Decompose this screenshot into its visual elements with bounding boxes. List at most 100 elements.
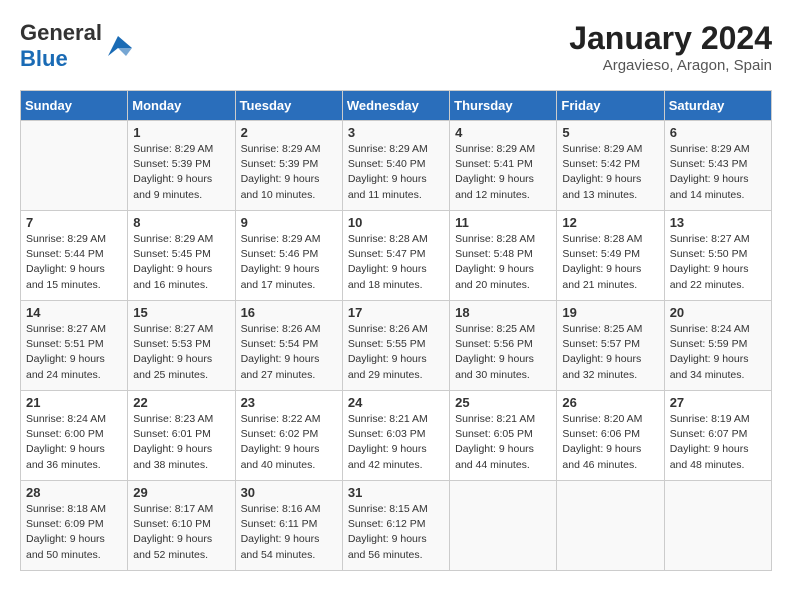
day-cell: 29 Sunrise: 8:17 AMSunset: 6:10 PMDayligh… bbox=[128, 481, 235, 571]
day-info: Sunrise: 8:20 AMSunset: 6:06 PMDaylight:… bbox=[562, 412, 658, 473]
title-area: January 2024 Argavieso, Aragon, Spain bbox=[569, 20, 772, 74]
logo-icon bbox=[104, 32, 132, 60]
day-info: Sunrise: 8:22 AMSunset: 6:02 PMDaylight:… bbox=[241, 412, 337, 473]
day-info: Sunrise: 8:28 AMSunset: 5:49 PMDaylight:… bbox=[562, 232, 658, 293]
week-row-4: 21Sunrise: 8:24 AMSunset: 6:00 PMDayligh… bbox=[21, 391, 772, 481]
title-month: January 2024 bbox=[569, 20, 772, 57]
logo-blue: Blue bbox=[20, 46, 68, 71]
day-cell: 2Sunrise: 8:29 AMSunset: 5:39 PMDaylight… bbox=[235, 121, 342, 211]
day-cell bbox=[557, 481, 664, 571]
day-number: 5 bbox=[562, 125, 658, 140]
day-info: Sunrise: 8:26 AMSunset: 5:55 PMDaylight:… bbox=[348, 322, 444, 383]
day-number: 10 bbox=[348, 215, 444, 230]
calendar-table: SundayMondayTuesdayWednesdayThursdayFrid… bbox=[20, 90, 772, 571]
day-cell: 6Sunrise: 8:29 AMSunset: 5:43 PMDaylight… bbox=[664, 121, 771, 211]
day-number: 7 bbox=[26, 215, 122, 230]
logo: General Blue bbox=[20, 20, 132, 72]
day-cell: 16 Sunrise: 8:26 AMSunset: 5:54 PMDayligh… bbox=[235, 301, 342, 391]
day-number: 25 bbox=[455, 395, 551, 410]
week-row-1: 1 Sunrise: 8:29 AMSunset: 5:39 PMDaylight… bbox=[21, 121, 772, 211]
day-cell: 27 Sunrise: 8:19 AMSunset: 6:07 PMDayligh… bbox=[664, 391, 771, 481]
day-info: Sunrise: 8:26 AMSunset: 5:54 PMDaylight:… bbox=[241, 322, 337, 383]
day-cell: 11Sunrise: 8:28 AMSunset: 5:48 PMDayligh… bbox=[450, 211, 557, 301]
logo-general: General bbox=[20, 20, 102, 45]
day-cell: 26 Sunrise: 8:20 AMSunset: 6:06 PMDayligh… bbox=[557, 391, 664, 481]
week-row-3: 14 Sunrise: 8:27 AMSunset: 5:51 PMDayligh… bbox=[21, 301, 772, 391]
day-cell: 12 Sunrise: 8:28 AMSunset: 5:49 PMDayligh… bbox=[557, 211, 664, 301]
day-info: Sunrise: 8:27 AMSunset: 5:53 PMDaylight:… bbox=[133, 322, 229, 383]
day-cell: 28Sunrise: 8:18 AMSunset: 6:09 PMDayligh… bbox=[21, 481, 128, 571]
day-info: Sunrise: 8:29 AMSunset: 5:40 PMDaylight:… bbox=[348, 142, 444, 203]
day-number: 14 bbox=[26, 305, 122, 320]
day-cell: 19 Sunrise: 8:25 AMSunset: 5:57 PMDayligh… bbox=[557, 301, 664, 391]
day-info: Sunrise: 8:29 AMSunset: 5:44 PMDaylight:… bbox=[26, 232, 122, 293]
day-number: 9 bbox=[241, 215, 337, 230]
day-info: Sunrise: 8:29 AMSunset: 5:46 PMDaylight:… bbox=[241, 232, 337, 293]
logo-text: General Blue bbox=[20, 20, 102, 72]
day-number: 26 bbox=[562, 395, 658, 410]
col-header-wednesday: Wednesday bbox=[342, 91, 449, 121]
day-info: Sunrise: 8:27 AMSunset: 5:50 PMDaylight:… bbox=[670, 232, 766, 293]
day-info: Sunrise: 8:25 AMSunset: 5:56 PMDaylight:… bbox=[455, 322, 551, 383]
day-info: Sunrise: 8:28 AMSunset: 5:47 PMDaylight:… bbox=[348, 232, 444, 293]
day-cell: 18 Sunrise: 8:25 AMSunset: 5:56 PMDayligh… bbox=[450, 301, 557, 391]
day-cell: 5 Sunrise: 8:29 AMSunset: 5:42 PMDaylight… bbox=[557, 121, 664, 211]
day-number: 11 bbox=[455, 215, 551, 230]
day-info: Sunrise: 8:19 AMSunset: 6:07 PMDaylight:… bbox=[670, 412, 766, 473]
day-info: Sunrise: 8:29 AMSunset: 5:39 PMDaylight:… bbox=[241, 142, 337, 203]
col-header-sunday: Sunday bbox=[21, 91, 128, 121]
day-info: Sunrise: 8:25 AMSunset: 5:57 PMDaylight:… bbox=[562, 322, 658, 383]
day-number: 24 bbox=[348, 395, 444, 410]
day-number: 31 bbox=[348, 485, 444, 500]
col-header-tuesday: Tuesday bbox=[235, 91, 342, 121]
day-info: Sunrise: 8:27 AMSunset: 5:51 PMDaylight:… bbox=[26, 322, 122, 383]
day-cell: 8 Sunrise: 8:29 AMSunset: 5:45 PMDaylight… bbox=[128, 211, 235, 301]
day-cell: 23 Sunrise: 8:22 AMSunset: 6:02 PMDayligh… bbox=[235, 391, 342, 481]
day-cell: 30Sunrise: 8:16 AMSunset: 6:11 PMDayligh… bbox=[235, 481, 342, 571]
day-info: Sunrise: 8:15 AMSunset: 6:12 PMDaylight:… bbox=[348, 502, 444, 563]
col-header-saturday: Saturday bbox=[664, 91, 771, 121]
day-number: 23 bbox=[241, 395, 337, 410]
day-number: 12 bbox=[562, 215, 658, 230]
day-cell bbox=[450, 481, 557, 571]
day-number: 30 bbox=[241, 485, 337, 500]
day-cell: 10 Sunrise: 8:28 AMSunset: 5:47 PMDayligh… bbox=[342, 211, 449, 301]
day-number: 8 bbox=[133, 215, 229, 230]
day-number: 15 bbox=[133, 305, 229, 320]
day-number: 3 bbox=[348, 125, 444, 140]
day-info: Sunrise: 8:23 AMSunset: 6:01 PMDaylight:… bbox=[133, 412, 229, 473]
day-number: 1 bbox=[133, 125, 229, 140]
day-cell: 13 Sunrise: 8:27 AMSunset: 5:50 PMDayligh… bbox=[664, 211, 771, 301]
day-cell: 24 Sunrise: 8:21 AMSunset: 6:03 PMDayligh… bbox=[342, 391, 449, 481]
day-number: 22 bbox=[133, 395, 229, 410]
day-cell: 4 Sunrise: 8:29 AMSunset: 5:41 PMDaylight… bbox=[450, 121, 557, 211]
day-cell: 31 Sunrise: 8:15 AMSunset: 6:12 PMDayligh… bbox=[342, 481, 449, 571]
day-cell: 1Sunrise: 8:29 AMSunset: 5:39 PMDaylight… bbox=[128, 121, 235, 211]
title-location: Argavieso, Aragon, Spain bbox=[569, 57, 772, 74]
day-number: 4 bbox=[455, 125, 551, 140]
day-number: 29 bbox=[133, 485, 229, 500]
day-cell: 15 Sunrise: 8:27 AMSunset: 5:53 PMDayligh… bbox=[128, 301, 235, 391]
header-row: SundayMondayTuesdayWednesdayThursdayFrid… bbox=[21, 91, 772, 121]
week-row-2: 7 Sunrise: 8:29 AMSunset: 5:44 PMDaylight… bbox=[21, 211, 772, 301]
day-number: 27 bbox=[670, 395, 766, 410]
day-cell: 21Sunrise: 8:24 AMSunset: 6:00 PMDayligh… bbox=[21, 391, 128, 481]
day-number: 13 bbox=[670, 215, 766, 230]
day-info: Sunrise: 8:21 AMSunset: 6:05 PMDaylight:… bbox=[455, 412, 551, 473]
day-info: Sunrise: 8:17 AMSunset: 6:10 PMDaylight:… bbox=[133, 502, 229, 563]
day-cell: 25 Sunrise: 8:21 AMSunset: 6:05 PMDayligh… bbox=[450, 391, 557, 481]
day-number: 16 bbox=[241, 305, 337, 320]
day-cell: 14 Sunrise: 8:27 AMSunset: 5:51 PMDayligh… bbox=[21, 301, 128, 391]
day-info: Sunrise: 8:29 AMSunset: 5:41 PMDaylight:… bbox=[455, 142, 551, 203]
day-number: 18 bbox=[455, 305, 551, 320]
header: General Blue January 2024 Argavieso, Ara… bbox=[20, 20, 772, 74]
day-info: Sunrise: 8:29 AMSunset: 5:43 PMDaylight:… bbox=[670, 142, 766, 203]
day-info: Sunrise: 8:29 AMSunset: 5:42 PMDaylight:… bbox=[562, 142, 658, 203]
day-number: 19 bbox=[562, 305, 658, 320]
day-cell: 3 Sunrise: 8:29 AMSunset: 5:40 PMDaylight… bbox=[342, 121, 449, 211]
day-info: Sunrise: 8:21 AMSunset: 6:03 PMDaylight:… bbox=[348, 412, 444, 473]
day-info: Sunrise: 8:24 AMSunset: 6:00 PMDaylight:… bbox=[26, 412, 122, 473]
col-header-monday: Monday bbox=[128, 91, 235, 121]
day-info: Sunrise: 8:24 AMSunset: 5:59 PMDaylight:… bbox=[670, 322, 766, 383]
day-info: Sunrise: 8:29 AMSunset: 5:45 PMDaylight:… bbox=[133, 232, 229, 293]
